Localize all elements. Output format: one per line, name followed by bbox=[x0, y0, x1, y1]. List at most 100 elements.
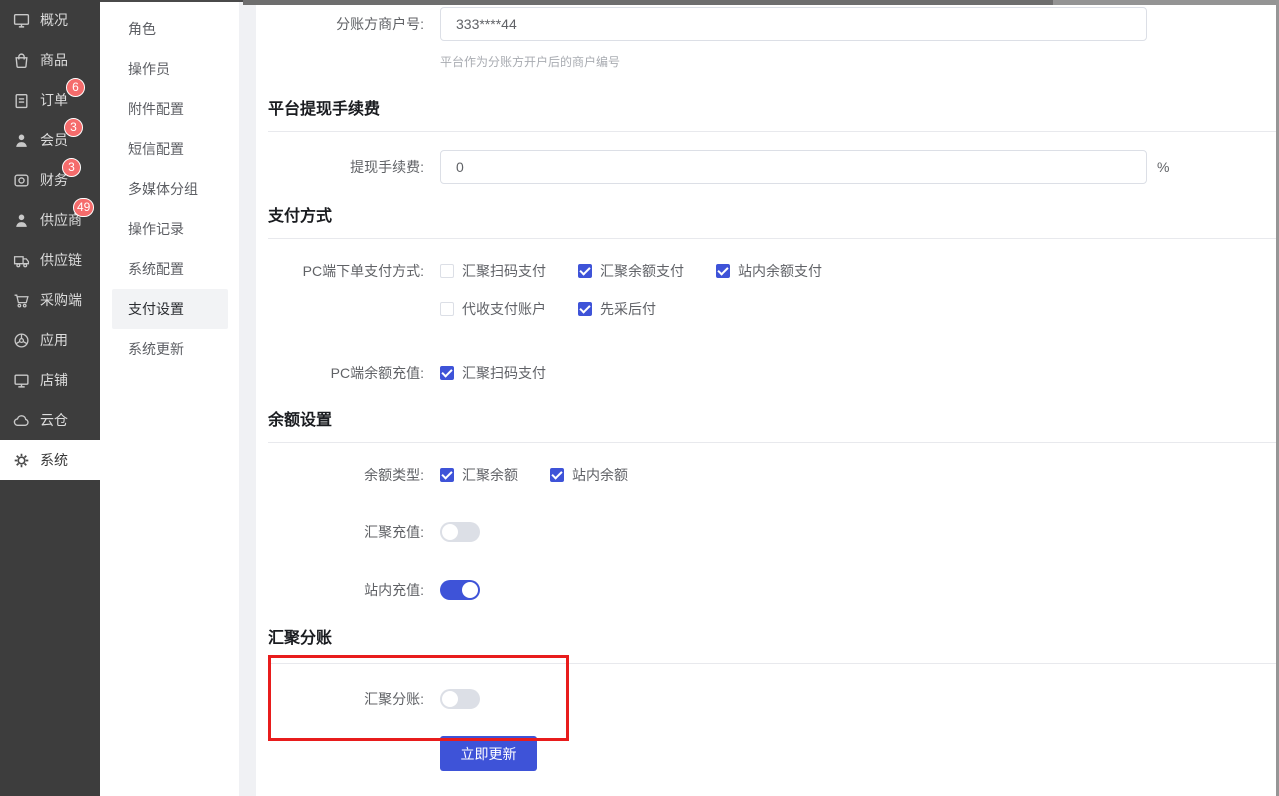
checkbox-icon bbox=[440, 302, 454, 316]
checkbox-buy-first-pay-later[interactable]: 先采后付 bbox=[578, 299, 656, 319]
merchant-number-help: 平台作为分账方开户后的商户编号 bbox=[440, 53, 1277, 70]
sidebar-item-procurement[interactable]: 采购端 bbox=[0, 280, 100, 320]
update-now-button[interactable]: 立即更新 bbox=[440, 736, 537, 771]
pc-order-payment-row-2: 代收支付账户 先采后付 bbox=[268, 299, 1277, 319]
suppliers-badge: 49 bbox=[73, 198, 94, 217]
menu-item-payment-settings[interactable]: 支付设置 bbox=[112, 289, 228, 329]
finance-badge: 3 bbox=[62, 158, 81, 177]
withdraw-fee-label: 提现手续费: bbox=[268, 157, 440, 177]
site-recharge-label: 站内充值: bbox=[268, 580, 440, 600]
sidebar-item-label: 商品 bbox=[40, 50, 68, 70]
juhe-recharge-label: 汇聚充值: bbox=[268, 522, 440, 542]
balance-type-row: 余额类型: 汇聚余额 站内余额 bbox=[268, 465, 1277, 485]
pc-order-payment-label: PC端下单支付方式: bbox=[268, 261, 440, 281]
section-title-payment-methods: 支付方式 bbox=[268, 206, 1277, 227]
withdraw-fee-row: 提现手续费: % bbox=[268, 150, 1277, 184]
sidebar-item-overview[interactable]: 概况 bbox=[0, 0, 100, 40]
checkbox-juhe-scan-pay[interactable]: 汇聚扫码支付 bbox=[440, 261, 546, 281]
checkbox-collection-account[interactable]: 代收支付账户 bbox=[440, 299, 546, 319]
menu-item-system-config[interactable]: 系统配置 bbox=[112, 249, 228, 289]
sidebar-item-cloud-warehouse[interactable]: 云仓 bbox=[0, 400, 100, 440]
sidebar-item-suppliers[interactable]: 供应商 49 bbox=[0, 200, 100, 240]
payment-settings-form: 分账方商户号: 平台作为分账方开户后的商户编号 平台提现手续费 提现手续费: %… bbox=[256, 5, 1277, 796]
balance-type-label: 余额类型: bbox=[268, 465, 440, 485]
sidebar-item-label: 采购端 bbox=[40, 290, 82, 310]
checkbox-icon bbox=[716, 264, 730, 278]
sidebar-item-label: 系统 bbox=[40, 450, 68, 470]
shop-icon bbox=[13, 372, 30, 389]
menu-item-operation-log[interactable]: 操作记录 bbox=[112, 209, 228, 249]
juhe-split-row: 汇聚分账: bbox=[268, 689, 1277, 709]
pc-recharge-label: PC端余额充值: bbox=[268, 363, 440, 383]
section-title-balance: 余额设置 bbox=[268, 410, 1277, 431]
toggle-knob bbox=[462, 582, 478, 598]
system-submenu: 角色 操作员 附件配置 短信配置 多媒体分组 操作记录 系统配置 支付设置 系统… bbox=[100, 0, 239, 796]
sidebar-item-label: 供应链 bbox=[40, 250, 82, 270]
withdraw-fee-input[interactable] bbox=[440, 150, 1147, 184]
top-scrollbar-thumb[interactable] bbox=[243, 0, 1053, 5]
panel-gap bbox=[239, 0, 256, 796]
menu-item-roles[interactable]: 角色 bbox=[112, 9, 228, 49]
menu-item-attachment-config[interactable]: 附件配置 bbox=[112, 89, 228, 129]
supplier-icon bbox=[13, 212, 30, 229]
admin-page: 概况 商品 订单 6 会员 3 财务 3 bbox=[0, 0, 1279, 796]
sidebar-item-label: 店铺 bbox=[40, 370, 68, 390]
checkbox-juhe-balance-pay[interactable]: 汇聚余额支付 bbox=[578, 261, 684, 281]
juhe-split-toggle[interactable] bbox=[440, 689, 480, 709]
sidebar-item-label: 应用 bbox=[40, 330, 68, 350]
sidebar-item-apps[interactable]: 应用 bbox=[0, 320, 100, 360]
checkbox-icon bbox=[550, 468, 564, 482]
orders-badge: 6 bbox=[66, 78, 85, 97]
checkbox-icon bbox=[578, 302, 592, 316]
member-icon bbox=[13, 132, 30, 149]
divider bbox=[268, 131, 1277, 132]
menu-item-sms-config[interactable]: 短信配置 bbox=[112, 129, 228, 169]
toggle-knob bbox=[442, 524, 458, 540]
bag-icon bbox=[13, 52, 30, 69]
divider bbox=[268, 442, 1277, 443]
apps-icon bbox=[13, 332, 30, 349]
cart-icon bbox=[13, 292, 30, 309]
cloud-icon bbox=[13, 412, 30, 429]
sidebar-item-orders[interactable]: 订单 6 bbox=[0, 80, 100, 120]
juhe-recharge-row: 汇聚充值: bbox=[268, 522, 1277, 542]
members-badge: 3 bbox=[64, 118, 83, 137]
monitor-icon bbox=[13, 12, 30, 29]
checkbox-recharge-juhe-scan[interactable]: 汇聚扫码支付 bbox=[440, 363, 546, 383]
order-icon bbox=[13, 92, 30, 109]
truck-icon bbox=[13, 252, 30, 269]
merchant-number-row: 分账方商户号: bbox=[268, 7, 1277, 41]
merchant-number-input[interactable] bbox=[440, 7, 1147, 41]
checkbox-icon bbox=[440, 366, 454, 380]
pc-order-payment-row-1: PC端下单支付方式: 汇聚扫码支付 汇聚余额支付 站内余额支付 bbox=[268, 261, 1277, 281]
sidebar-item-label: 概况 bbox=[40, 10, 68, 30]
pc-recharge-row: PC端余额充值: 汇聚扫码支付 bbox=[268, 363, 1277, 383]
primary-sidebar: 概况 商品 订单 6 会员 3 财务 3 bbox=[0, 0, 100, 796]
sidebar-item-finance[interactable]: 财务 3 bbox=[0, 160, 100, 200]
finance-icon bbox=[13, 172, 30, 189]
juhe-split-label: 汇聚分账: bbox=[268, 689, 440, 709]
merchant-number-label: 分账方商户号: bbox=[268, 14, 440, 34]
percent-unit: % bbox=[1157, 159, 1169, 175]
gear-icon bbox=[13, 452, 30, 469]
sidebar-item-supply-chain[interactable]: 供应链 bbox=[0, 240, 100, 280]
menu-item-system-update[interactable]: 系统更新 bbox=[112, 329, 228, 369]
checkbox-site-balance-pay[interactable]: 站内余额支付 bbox=[716, 261, 822, 281]
sidebar-item-label: 云仓 bbox=[40, 410, 68, 430]
menu-item-media-groups[interactable]: 多媒体分组 bbox=[112, 169, 228, 209]
menu-item-operators[interactable]: 操作员 bbox=[112, 49, 228, 89]
sidebar-item-goods[interactable]: 商品 bbox=[0, 40, 100, 80]
sidebar-item-system[interactable]: 系统 bbox=[0, 440, 100, 480]
sidebar-item-members[interactable]: 会员 3 bbox=[0, 120, 100, 160]
sidebar-item-shops[interactable]: 店铺 bbox=[0, 360, 100, 400]
top-scrollbar-track[interactable] bbox=[1053, 0, 1279, 5]
juhe-recharge-toggle[interactable] bbox=[440, 522, 480, 542]
checkbox-site-balance[interactable]: 站内余额 bbox=[550, 465, 628, 485]
site-recharge-toggle[interactable] bbox=[440, 580, 480, 600]
section-title-withdraw-fee: 平台提现手续费 bbox=[268, 99, 1277, 120]
checkbox-juhe-balance[interactable]: 汇聚余额 bbox=[440, 465, 518, 485]
site-recharge-row: 站内充值: bbox=[268, 580, 1277, 600]
checkbox-icon bbox=[578, 264, 592, 278]
divider bbox=[268, 663, 1277, 664]
sidebar-item-label: 订单 bbox=[40, 90, 68, 110]
